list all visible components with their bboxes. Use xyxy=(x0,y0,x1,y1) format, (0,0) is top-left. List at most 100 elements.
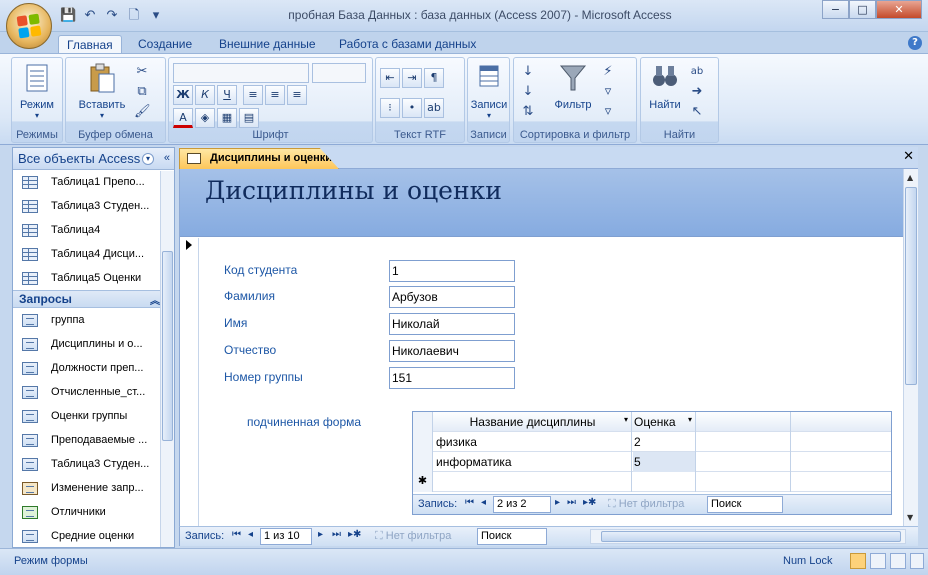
next-record-icon[interactable]: ▸ xyxy=(555,497,560,508)
grade-cell[interactable] xyxy=(633,472,696,492)
nav-item-query[interactable]: Должности преп... xyxy=(13,356,174,380)
record-search-box[interactable]: Поиск xyxy=(477,528,547,545)
maximize-button[interactable]: □ xyxy=(849,0,876,19)
nav-item-table[interactable]: Таблица4 Дисци... xyxy=(13,242,174,266)
advanced-filter-icon[interactable]: ▿ xyxy=(600,84,616,100)
scroll-down-icon[interactable]: ▼ xyxy=(907,513,913,522)
nav-pane-scrollbar[interactable] xyxy=(160,171,174,547)
numbered-list-icon[interactable]: ⁝ xyxy=(380,98,400,118)
discipline-cell[interactable] xyxy=(434,472,632,492)
print-preview-icon[interactable]: 🗋 xyxy=(126,8,142,24)
customize-qat-icon[interactable]: ▾ xyxy=(148,8,164,24)
name-field[interactable]: Николай xyxy=(389,313,515,335)
filter-button[interactable]: Фильтр xyxy=(548,62,598,111)
indent-decrease-icon[interactable]: ⇤ xyxy=(380,68,400,88)
scroll-up-icon[interactable]: ▲ xyxy=(907,173,913,182)
datasheet-view-icon[interactable] xyxy=(870,553,886,569)
sort-ascending-icon[interactable]: ↓ xyxy=(520,64,536,80)
table-row[interactable]: информатика 5 xyxy=(413,452,891,472)
gridlines-icon[interactable]: ▦ xyxy=(217,108,237,128)
nav-item-table[interactable]: Таблица1 Препо... xyxy=(13,170,174,194)
clear-sort-icon[interactable]: ⇅ xyxy=(520,104,536,120)
tab-database-tools[interactable]: Работа с базами данных xyxy=(331,35,484,54)
font-color-button[interactable]: A xyxy=(173,108,193,128)
view-button[interactable]: Режим ▾ xyxy=(15,62,59,120)
document-close-icon[interactable]: ✕ xyxy=(903,149,914,164)
nav-item-query[interactable]: Отчисленные_ст... xyxy=(13,380,174,404)
sort-descending-icon[interactable]: ↓ xyxy=(520,84,536,100)
tab-create[interactable]: Создание xyxy=(130,35,200,54)
group-number-field[interactable]: 151 xyxy=(389,367,515,389)
table-row[interactable]: физика 2 xyxy=(413,432,891,452)
nav-item-query[interactable]: группа xyxy=(13,308,174,332)
nav-item-query[interactable]: Средние оценки xyxy=(13,524,174,547)
underline-button[interactable]: Ч xyxy=(217,85,237,105)
nav-section-queries[interactable]: Запросы ︽ xyxy=(13,290,174,308)
replace-icon[interactable]: ab xyxy=(689,64,705,80)
align-center-icon[interactable]: ≡ xyxy=(265,85,285,105)
nav-item-query[interactable]: Дисциплины и о... xyxy=(13,332,174,356)
alternate-fill-icon[interactable]: ▤ xyxy=(239,108,259,128)
nav-item-query[interactable]: Отличники xyxy=(13,500,174,524)
copy-icon[interactable]: ⧉ xyxy=(134,84,150,100)
save-icon[interactable]: 💾 xyxy=(60,8,76,24)
column-header-discipline[interactable]: Название дисциплины ▾ xyxy=(434,412,632,432)
new-record-nav-icon[interactable]: ▸✱ xyxy=(583,497,596,508)
highlight-icon[interactable]: ab xyxy=(424,98,444,118)
subform-record-position[interactable]: 2 из 2 xyxy=(493,496,551,513)
indent-increase-icon[interactable]: ⇥ xyxy=(402,68,422,88)
first-record-icon[interactable]: ⏮ xyxy=(232,529,241,540)
bold-button[interactable]: Ж xyxy=(173,85,193,105)
undo-icon[interactable]: ↶ xyxy=(82,8,98,24)
redo-icon[interactable]: ↷ xyxy=(104,8,120,24)
shutter-bar-close-icon[interactable]: « xyxy=(164,152,170,164)
layout-view-icon[interactable] xyxy=(890,553,906,569)
form-scroll-thumb[interactable] xyxy=(905,187,917,385)
previous-record-icon[interactable]: ◂ xyxy=(481,497,486,508)
align-right-icon[interactable]: ≡ xyxy=(287,85,307,105)
font-size-combo[interactable] xyxy=(312,63,366,83)
horizontal-scrollbar[interactable] xyxy=(590,529,906,544)
bullet-list-icon[interactable]: • xyxy=(402,98,422,118)
chevron-up-icon[interactable]: ︽ xyxy=(150,292,160,307)
align-left-icon[interactable]: ≡ xyxy=(243,85,263,105)
format-painter-icon[interactable]: 🖌 xyxy=(134,104,151,120)
nav-item-query[interactable]: Оценки группы xyxy=(13,404,174,428)
last-record-icon[interactable]: ⏭ xyxy=(567,497,576,508)
previous-record-icon[interactable]: ◂ xyxy=(248,529,253,540)
patronymic-field[interactable]: Николаевич xyxy=(389,340,515,362)
paragraph-icon[interactable]: ¶ xyxy=(424,68,444,88)
student-id-field[interactable]: 1 xyxy=(389,260,515,282)
nav-item-query[interactable]: Преподаваемые ... xyxy=(13,428,174,452)
nav-pane-menu-icon[interactable]: ▾ xyxy=(142,153,154,165)
subform-filter-indicator[interactable]: ⛶ Нет фильтра xyxy=(608,498,684,511)
select-icon[interactable]: ↖ xyxy=(689,104,705,120)
horizontal-scroll-thumb[interactable] xyxy=(601,531,901,542)
discipline-cell[interactable]: физика xyxy=(434,432,632,452)
nav-pane-scroll-thumb[interactable] xyxy=(162,251,173,441)
column-dropdown-icon[interactable]: ▾ xyxy=(688,415,692,424)
fill-color-icon[interactable]: ◈ xyxy=(195,108,215,128)
design-view-icon[interactable] xyxy=(910,553,924,569)
subform-search-box[interactable]: Поиск xyxy=(707,496,783,513)
nav-item-table[interactable]: Таблица4 xyxy=(13,218,174,242)
column-header-grade[interactable]: Оценка ▾ xyxy=(633,412,696,432)
nav-pane-header[interactable]: Все объекты Access ▾ « xyxy=(13,148,174,170)
minimize-button[interactable]: − xyxy=(822,0,849,19)
selection-filter-icon[interactable]: ⚡ xyxy=(600,64,616,80)
grade-cell[interactable]: 2 xyxy=(633,432,696,452)
nav-item-table[interactable]: Таблица5 Оценки xyxy=(13,266,174,290)
select-all-corner[interactable] xyxy=(413,412,433,432)
form-vertical-scrollbar[interactable]: ▲ ▼ xyxy=(903,169,918,526)
last-record-icon[interactable]: ⏭ xyxy=(332,529,341,540)
goto-icon[interactable]: ➜ xyxy=(689,84,705,100)
nav-item-table[interactable]: Таблица3 Студен... xyxy=(13,194,174,218)
office-button[interactable] xyxy=(6,3,52,49)
help-icon[interactable]: ? xyxy=(908,36,922,50)
new-record-nav-icon[interactable]: ▸✱ xyxy=(348,529,361,540)
first-record-icon[interactable]: ⏮ xyxy=(465,497,474,508)
discipline-cell[interactable]: информатика xyxy=(434,452,632,472)
column-dropdown-icon[interactable]: ▾ xyxy=(624,415,628,424)
nav-item-query[interactable]: Изменение запр... xyxy=(13,476,174,500)
form-view-icon[interactable] xyxy=(850,553,866,569)
